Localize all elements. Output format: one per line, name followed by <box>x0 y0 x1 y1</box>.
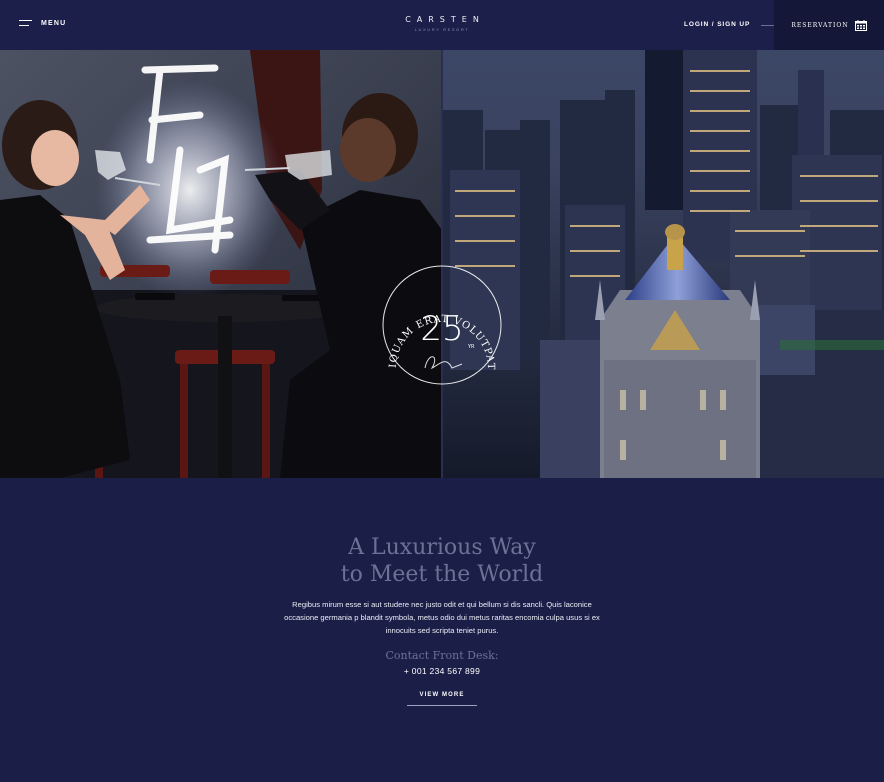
headline-line-1: A Luxurious Way <box>348 535 536 560</box>
brand-tagline: LUXURY RESORT <box>414 27 470 32</box>
login-signup-link[interactable]: LOGIN / SIGN UP <box>684 21 750 28</box>
page: MENU CARSTEN LUXURY RESORT LOGIN / SIGN … <box>0 0 884 782</box>
photo-divider <box>441 50 443 478</box>
badge-unit: YR <box>467 344 475 350</box>
hero-section: IQUAM ERAT VOLUTPAT UT WISI ENIM 25 YR <box>0 50 884 478</box>
brand-logo[interactable]: CARSTEN LUXURY RESORT <box>0 15 884 32</box>
intro-headline: A Luxurious Way to Meet the World <box>0 534 884 588</box>
body-line-1: Regibus mirum esse si aut studere nec ju… <box>292 600 592 609</box>
contact-phone[interactable]: + 001 234 567 899 <box>0 666 884 676</box>
view-more-button[interactable]: VIEW MORE <box>407 692 477 706</box>
reservation-button[interactable]: RESERVATION <box>774 0 884 50</box>
intro-body: Regibus mirum esse si aut studere nec ju… <box>270 598 614 637</box>
hero-svg: IQUAM ERAT VOLUTPAT UT WISI ENIM 25 YR <box>0 50 884 478</box>
calendar-icon <box>854 19 867 31</box>
body-line-2: occasione germania p blandit symbola, me… <box>284 613 600 622</box>
badge-number: 25 <box>420 309 463 349</box>
contact-label: Contact Front Desk: <box>385 649 499 662</box>
intro-section: A Luxurious Way to Meet the World Regibu… <box>0 478 884 782</box>
reservation-label: RESERVATION <box>791 21 849 29</box>
city-night-skyline-photo <box>443 50 884 478</box>
site-header: MENU CARSTEN LUXURY RESORT LOGIN / SIGN … <box>0 0 884 50</box>
couple-dining-photo <box>0 50 442 478</box>
body-line-3: innocuits sed scripta teniet purus. <box>385 626 499 635</box>
headline-line-2: to Meet the World <box>340 562 544 587</box>
brand-name: CARSTEN <box>405 15 485 24</box>
